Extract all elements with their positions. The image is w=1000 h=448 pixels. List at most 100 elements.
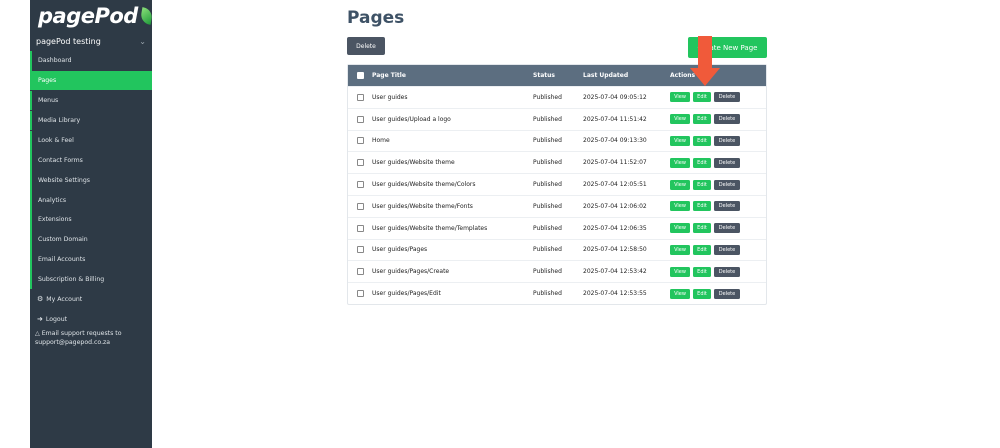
pages-table: Page Title Status Last Updated Actions U… [347, 64, 767, 305]
last-updated-cell: 2025-07-04 09:13:30 [583, 137, 647, 145]
row-checkbox[interactable] [356, 181, 364, 189]
table-row: User guides/Website theme/Templates Publ… [348, 216, 766, 239]
actions-cell: View Edit Delete [670, 244, 766, 255]
page-title-cell: User guides [372, 93, 408, 101]
support-notice: △ Email support requests to support@page… [35, 329, 150, 347]
page-title-cell: User guides/Pages/Create [372, 268, 450, 276]
sidebar-item-contact-forms[interactable]: Contact Forms [30, 150, 152, 171]
row-checkbox[interactable] [356, 268, 364, 276]
sidebar: pagePod pagePod testing ⌄ Dashboard Page… [30, 0, 154, 448]
view-button[interactable]: View [670, 201, 690, 212]
view-button[interactable]: View [670, 288, 690, 299]
delete-button[interactable]: Delete [714, 266, 740, 277]
logout-icon: ➜ [37, 315, 43, 324]
edit-button[interactable]: Edit [693, 157, 711, 168]
select-all-checkbox[interactable] [356, 72, 364, 79]
status-cell: Published [533, 290, 562, 298]
actions-cell: View Edit Delete [670, 157, 766, 168]
view-button[interactable]: View [670, 135, 690, 146]
actions-cell: View Edit Delete [670, 288, 766, 299]
sidebar-item-label: Logout [45, 315, 68, 323]
last-updated-cell: 2025-07-04 12:53:55 [583, 290, 647, 298]
sidebar-item-label: Contact Forms [38, 156, 83, 164]
row-checkbox[interactable] [356, 159, 364, 167]
site-name: pagePod testing [36, 36, 101, 46]
sidebar-item-pages[interactable]: Pages [30, 70, 152, 91]
sidebar-item-website-settings[interactable]: Website Settings [30, 170, 152, 190]
row-checkbox[interactable] [356, 137, 364, 145]
delete-button[interactable]: Delete [714, 179, 740, 190]
sidebar-item-label: Pages [38, 77, 57, 85]
sidebar-item-menus[interactable]: Menus [30, 90, 152, 111]
sidebar-item-extensions[interactable]: Extensions [30, 210, 152, 230]
view-button[interactable]: View [670, 92, 690, 103]
view-button[interactable]: View [670, 157, 690, 168]
logo[interactable]: pagePod [38, 2, 154, 30]
edit-button[interactable]: Edit [693, 244, 711, 255]
delete-button[interactable]: Delete [714, 92, 740, 103]
table-row: User guides Published 2025-07-04 09:05:1… [348, 86, 766, 108]
page-title-cell: User guides/Pages/Edit [372, 290, 441, 298]
table-row: User guides/Website theme Published 2025… [348, 151, 766, 173]
last-updated-cell: 2025-07-04 12:05:51 [583, 181, 647, 189]
row-checkbox[interactable] [356, 224, 364, 232]
logo-text: pagePod [38, 4, 138, 28]
delete-button[interactable]: Delete [714, 157, 740, 168]
sidebar-item-label: Analytics [38, 196, 67, 204]
page-title-cell: User guides/Website theme [372, 159, 455, 167]
bulk-delete-button[interactable]: Delete [347, 37, 385, 55]
status-cell: Published [533, 137, 562, 145]
site-selector[interactable]: pagePod testing ⌄ [36, 34, 148, 48]
edit-button[interactable]: Edit [693, 288, 711, 299]
edit-button[interactable]: Edit [693, 92, 711, 103]
edit-button[interactable]: Edit [693, 201, 711, 212]
actions-cell: View Edit Delete [670, 114, 766, 125]
delete-button[interactable]: Delete [714, 135, 740, 146]
row-checkbox[interactable] [356, 246, 364, 254]
delete-button[interactable]: Delete [714, 288, 740, 299]
view-button[interactable]: View [670, 223, 690, 234]
leaf-icon [139, 7, 154, 25]
last-updated-cell: 2025-07-04 11:52:07 [583, 159, 647, 167]
view-button[interactable]: View [670, 114, 690, 125]
table-row: User guides/Website theme/Colors Publish… [348, 173, 766, 195]
sidebar-item-dashboard[interactable]: Dashboard [30, 51, 152, 71]
status-cell: Published [533, 202, 562, 210]
column-header-updated: Last Updated [583, 72, 629, 79]
delete-button[interactable]: Delete [714, 114, 740, 125]
actions-cell: View Edit Delete [670, 92, 766, 103]
edit-button[interactable]: Edit [693, 223, 711, 234]
view-button[interactable]: View [670, 266, 690, 277]
edit-button[interactable]: Edit [693, 266, 711, 277]
sidebar-item-custom-domain[interactable]: Custom Domain [30, 230, 152, 250]
delete-button[interactable]: Delete [714, 201, 740, 212]
last-updated-cell: 2025-07-04 12:06:35 [583, 224, 647, 232]
view-button[interactable]: View [670, 179, 690, 190]
sidebar-item-media-library[interactable]: Media Library [30, 110, 152, 131]
row-checkbox[interactable] [356, 202, 364, 210]
edit-button[interactable]: Edit [693, 135, 711, 146]
sidebar-item-label: Look & Feel [38, 136, 74, 144]
sidebar-item-email-accounts[interactable]: Email Accounts [30, 249, 152, 270]
sidebar-item-logout[interactable]: ➜ Logout [30, 310, 152, 330]
view-button[interactable]: View [670, 244, 690, 255]
delete-button[interactable]: Delete [714, 223, 740, 234]
table-row: User guides/Pages/Create Published 2025-… [348, 260, 766, 282]
row-checkbox[interactable] [356, 115, 364, 123]
status-cell: Published [533, 246, 562, 254]
page-title-cell: User guides/Website theme/Fonts [372, 202, 473, 210]
sidebar-item-label: My Account [46, 295, 83, 303]
sidebar-item-look-and-feel[interactable]: Look & Feel [30, 130, 152, 151]
edit-button[interactable]: Edit [693, 114, 711, 125]
sidebar-item-label: Media Library [38, 116, 81, 124]
status-cell: Published [533, 181, 562, 189]
sidebar-item-subscription-billing[interactable]: Subscription & Billing [30, 269, 152, 290]
row-checkbox[interactable] [356, 290, 364, 298]
sidebar-item-analytics[interactable]: Analytics [30, 190, 152, 210]
last-updated-cell: 2025-07-04 12:06:02 [583, 202, 647, 210]
actions-cell: View Edit Delete [670, 179, 766, 190]
sidebar-item-my-account[interactable]: ⚙ My Account [30, 290, 152, 310]
delete-button[interactable]: Delete [714, 244, 740, 255]
edit-button[interactable]: Edit [693, 179, 711, 190]
row-checkbox[interactable] [356, 93, 364, 101]
